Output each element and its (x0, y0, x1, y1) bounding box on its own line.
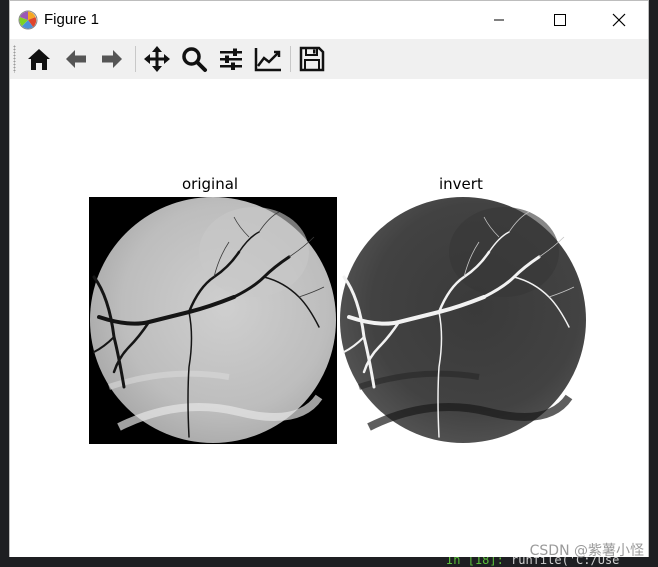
invert-image[interactable] (339, 197, 587, 444)
pan-move-icon (144, 46, 170, 72)
toolbar-separator (135, 46, 136, 72)
edit-axes-button[interactable] (252, 43, 284, 75)
forward-button[interactable] (96, 43, 128, 75)
zoom-button[interactable] (178, 43, 210, 75)
edit-axes-icon (254, 48, 281, 72)
save-floppy-icon (299, 46, 325, 72)
home-button[interactable] (23, 43, 55, 75)
close-icon (612, 13, 626, 27)
forward-arrow-icon (102, 50, 122, 68)
zoom-magnifier-icon (182, 47, 207, 72)
maximize-button[interactable] (537, 1, 583, 39)
pan-button[interactable] (141, 43, 173, 75)
home-icon (28, 49, 50, 70)
watermark-text: CSDN @紫薯小怪 (529, 543, 644, 559)
minimize-icon (494, 19, 504, 21)
figure-window: Figure 1 original invert (9, 0, 649, 557)
subplot-title-original: original (182, 175, 239, 193)
subplot-title-invert: invert (439, 175, 483, 193)
close-button[interactable] (596, 1, 642, 39)
matplotlib-logo-icon (18, 10, 38, 30)
navigation-toolbar (10, 39, 648, 80)
configure-subplots-button[interactable] (215, 43, 247, 75)
save-button[interactable] (296, 43, 328, 75)
background-editor-right (648, 0, 658, 567)
toolbar-separator (290, 46, 291, 72)
toolbar-grip[interactable] (13, 45, 16, 73)
maximize-icon (554, 14, 566, 26)
title-bar[interactable]: Figure 1 (10, 1, 648, 39)
figure-canvas[interactable]: original invert (10, 79, 648, 557)
back-button[interactable] (60, 43, 92, 75)
back-arrow-icon (66, 50, 86, 68)
window-title: Figure 1 (44, 11, 100, 28)
minimize-button[interactable] (476, 1, 522, 39)
configure-subplots-icon (220, 48, 242, 70)
original-image[interactable] (89, 197, 337, 444)
